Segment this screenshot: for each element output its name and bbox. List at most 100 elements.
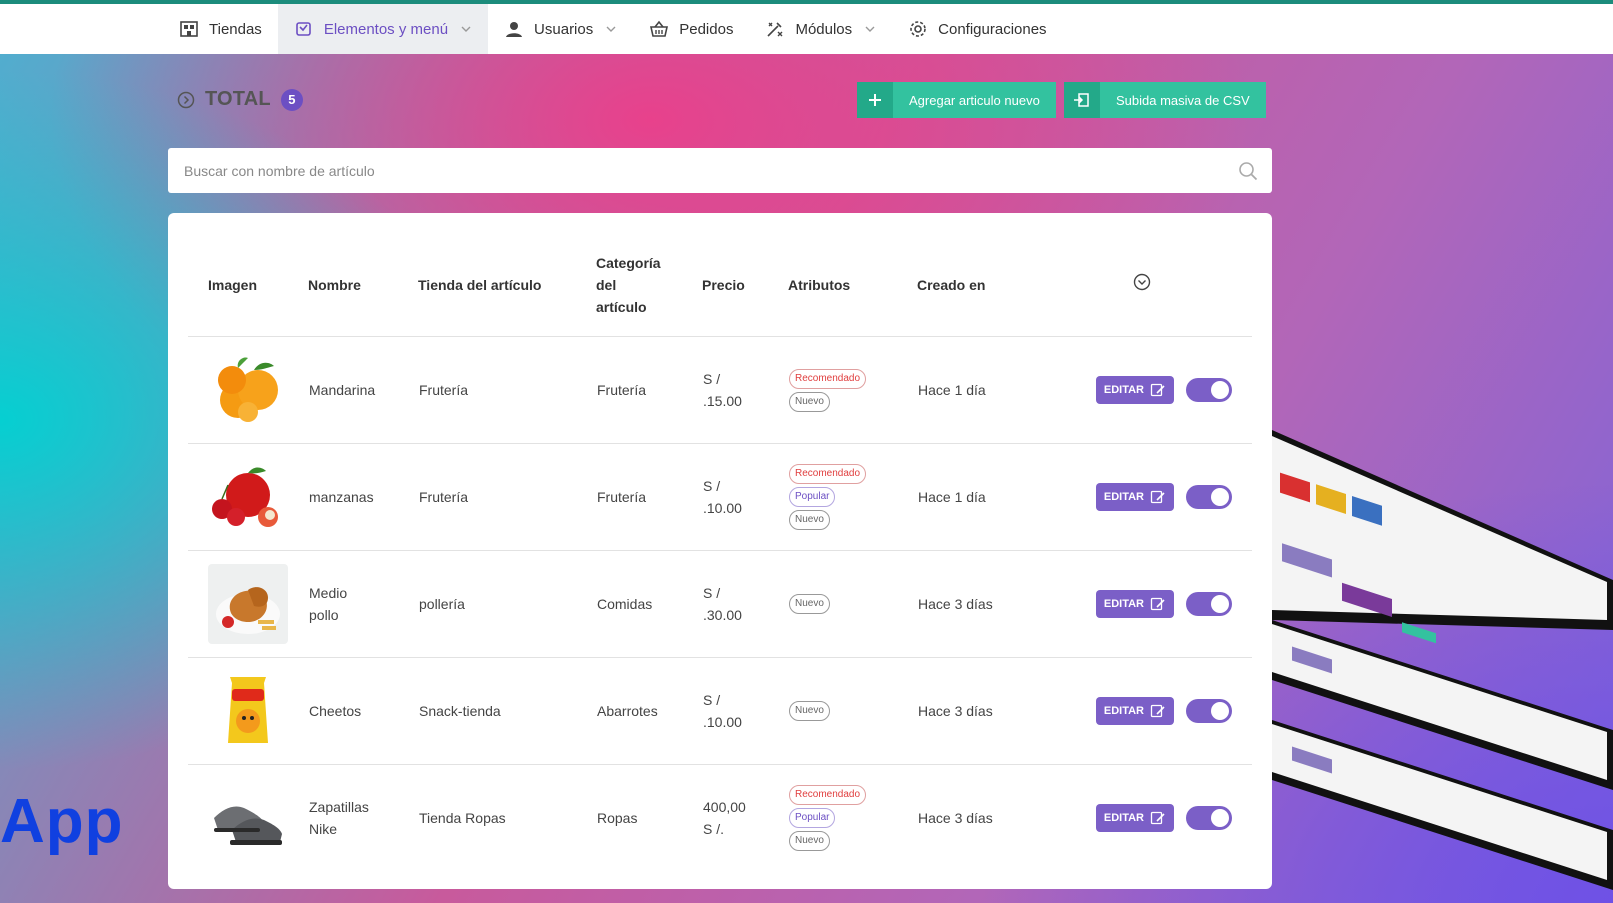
cell-created: Hace 3 días bbox=[918, 810, 993, 826]
toggle-knob bbox=[1211, 809, 1229, 827]
csv-upload-label: Subida masiva de CSV bbox=[1116, 92, 1250, 108]
cell-image bbox=[188, 550, 308, 658]
main-nav: Tiendas Elementos y menú Usuarios Pedido… bbox=[163, 4, 1063, 54]
edit-button[interactable]: EDITAR bbox=[1095, 376, 1174, 404]
nav-item-usuarios[interactable]: Usuarios bbox=[488, 4, 633, 54]
enabled-toggle[interactable] bbox=[1186, 485, 1232, 509]
csv-upload-button[interactable]: Subida masiva de CSV bbox=[1064, 82, 1266, 118]
enabled-toggle[interactable] bbox=[1186, 806, 1232, 830]
cell-attributes: Recomendado Popular Nuevo bbox=[788, 443, 917, 551]
cell-category: Ropas bbox=[597, 810, 638, 826]
cell-image bbox=[188, 765, 308, 872]
cell-name: Cheetos bbox=[308, 657, 418, 765]
cell-store: Frutería bbox=[418, 336, 596, 444]
mandarina-image bbox=[218, 357, 278, 422]
nav-item-pedidos[interactable]: Pedidos bbox=[633, 4, 749, 54]
edit-label: EDITAR bbox=[1103, 812, 1144, 824]
cell-created: Hace 1 día bbox=[917, 336, 1094, 444]
cell-actions: EDITAR bbox=[1094, 657, 1252, 765]
edit-icon bbox=[1150, 383, 1165, 397]
cell-store: Frutería bbox=[418, 443, 596, 551]
manzanas-image bbox=[212, 467, 278, 527]
watermark-text: App bbox=[0, 787, 124, 856]
attribute-badge-popular: Popular bbox=[789, 808, 836, 828]
search-icon[interactable] bbox=[1238, 161, 1258, 181]
edit-icon bbox=[1150, 704, 1165, 718]
nav-label: Módulos bbox=[795, 20, 853, 38]
zapatillas-image bbox=[214, 806, 282, 845]
enabled-toggle[interactable] bbox=[1186, 699, 1232, 723]
cell-image bbox=[188, 336, 308, 444]
nav-label: Usuarios bbox=[534, 20, 594, 38]
nav-item-modulos[interactable]: Módulos bbox=[749, 4, 892, 54]
add-item-button[interactable]: Agregar articulo nuevo bbox=[857, 82, 1056, 118]
cell-price: S / .15.00 bbox=[702, 336, 788, 444]
upload-file-icon bbox=[1074, 93, 1089, 107]
cell-store: pollería bbox=[418, 550, 596, 658]
cell-created: Hace 3 días bbox=[917, 657, 1094, 765]
cell-actions: EDITAR bbox=[1094, 336, 1252, 444]
cell-actions: EDITAR bbox=[1094, 550, 1252, 658]
cheetos-image bbox=[228, 677, 268, 743]
edit-icon bbox=[1150, 811, 1165, 825]
phone-mockups-illustration bbox=[1272, 430, 1613, 890]
cell-category: Frutería bbox=[596, 443, 702, 551]
toggle-knob bbox=[1211, 381, 1229, 399]
nav-item-configuraciones[interactable]: Configuraciones bbox=[892, 4, 1062, 54]
toggle-knob bbox=[1211, 595, 1229, 613]
chevron-down-icon bbox=[606, 26, 616, 32]
cell-created: Hace 1 día bbox=[917, 443, 1094, 551]
cell-name: manzanas bbox=[308, 443, 418, 551]
chevron-right-circle-icon[interactable] bbox=[177, 91, 195, 109]
col-header-atributos: Atributos bbox=[788, 233, 917, 337]
nav-item-elementos[interactable]: Elementos y menú bbox=[277, 4, 489, 54]
columns-dropdown-icon[interactable] bbox=[1133, 273, 1151, 297]
nav-item-tiendas[interactable]: Tiendas bbox=[163, 4, 278, 54]
store-icon bbox=[180, 21, 198, 37]
items-table: Imagen Nombre Tienda del artículo Catego… bbox=[188, 233, 1252, 871]
edit-button[interactable]: EDITAR bbox=[1095, 697, 1174, 725]
cell-price: S / .10.00 bbox=[702, 443, 788, 551]
pollo-image bbox=[208, 564, 288, 644]
menu-book-icon bbox=[296, 22, 311, 36]
table-row: Medio pollo pollería Comidas S / .30.00 … bbox=[188, 550, 1252, 658]
cell-name: Medio pollo bbox=[308, 550, 418, 658]
items-card: Imagen Nombre Tienda del artículo Catego… bbox=[168, 213, 1272, 889]
attribute-badge-nuevo: Nuevo bbox=[789, 510, 830, 530]
cell-actions: EDITAR bbox=[1094, 765, 1252, 872]
edit-label: EDITAR bbox=[1103, 598, 1144, 610]
col-header-nombre: Nombre bbox=[308, 233, 418, 337]
cell-name: Mandarina bbox=[308, 336, 418, 444]
edit-icon bbox=[1150, 490, 1165, 504]
edit-button[interactable]: EDITAR bbox=[1095, 804, 1174, 832]
price-text: S / .10.00 bbox=[703, 478, 742, 516]
cell-price: S / .30.00 bbox=[702, 550, 788, 658]
edit-button[interactable]: EDITAR bbox=[1095, 590, 1174, 618]
cell-image bbox=[188, 657, 308, 765]
col-header-categoria: Categoría del artículo bbox=[596, 233, 702, 337]
name-text: Zapatillas Nike bbox=[309, 799, 369, 837]
enabled-toggle[interactable] bbox=[1186, 592, 1232, 616]
price-text: S / .10.00 bbox=[703, 692, 742, 730]
price-text: S / .30.00 bbox=[703, 585, 742, 623]
basket-icon bbox=[650, 20, 669, 37]
table-header-row: Imagen Nombre Tienda del artículo Catego… bbox=[188, 233, 1252, 337]
search-input[interactable] bbox=[168, 148, 1200, 193]
enabled-toggle[interactable] bbox=[1186, 378, 1232, 402]
edit-label: EDITAR bbox=[1103, 491, 1144, 503]
top-navbar: Tiendas Elementos y menú Usuarios Pedido… bbox=[0, 0, 1613, 54]
toggle-knob bbox=[1211, 702, 1229, 720]
total-counter: TOTAL 5 bbox=[177, 88, 303, 111]
toggle-knob bbox=[1211, 488, 1229, 506]
add-item-label: Agregar articulo nuevo bbox=[909, 92, 1040, 108]
gear-icon bbox=[910, 21, 926, 37]
col-header-precio: Precio bbox=[702, 233, 788, 337]
attribute-badge-nuevo: Nuevo bbox=[789, 831, 830, 851]
edit-icon bbox=[1150, 597, 1165, 611]
edit-button[interactable]: EDITAR bbox=[1095, 483, 1174, 511]
cell-attributes: Nuevo bbox=[788, 657, 917, 765]
attribute-badge-recomendado: Recomendado bbox=[789, 464, 867, 484]
cell-store: Tienda Ropas bbox=[419, 810, 506, 826]
table-row: Cheetos Snack-tienda Abarrotes S / .10.0… bbox=[188, 657, 1252, 765]
plus-icon bbox=[869, 94, 881, 106]
